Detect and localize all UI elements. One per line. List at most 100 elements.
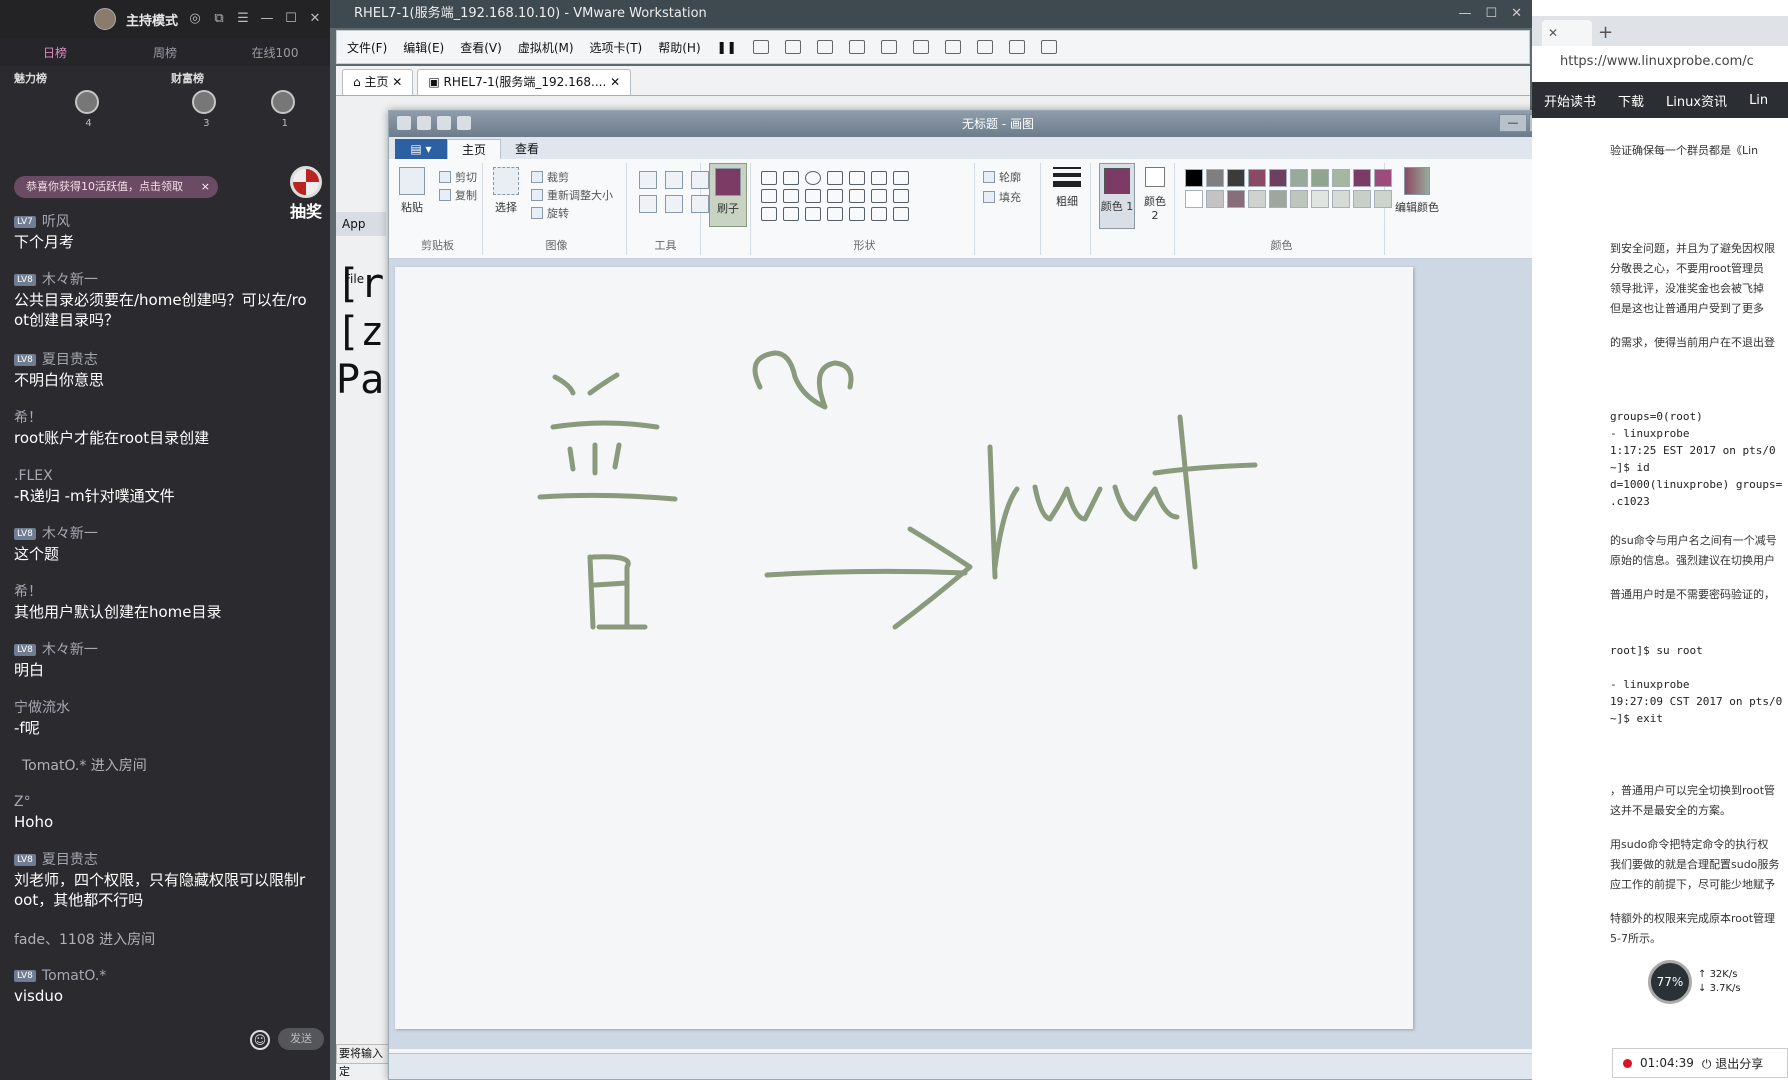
- star5-shape-icon[interactable]: [805, 207, 821, 221]
- color2-button[interactable]: 颜色 2: [1139, 167, 1171, 222]
- chat-username[interactable]: 夏目贵志: [42, 350, 98, 370]
- menu-view[interactable]: 查看(V): [460, 39, 502, 56]
- color-swatch[interactable]: [1248, 169, 1266, 187]
- send-ctrl-alt-del-icon[interactable]: [752, 40, 769, 54]
- pencil-icon[interactable]: [639, 171, 657, 189]
- callout-oval-shape-icon[interactable]: [871, 207, 887, 221]
- chat-username[interactable]: 希！: [14, 408, 42, 428]
- close-icon[interactable]: ×: [201, 176, 210, 198]
- popout-icon[interactable]: ⧉: [212, 12, 226, 26]
- cut-button[interactable]: 剪切: [439, 169, 477, 185]
- minimize-icon[interactable]: —: [260, 12, 274, 26]
- rounded-rect-shape-icon[interactable]: [849, 171, 865, 185]
- nav-more[interactable]: Lin: [1749, 93, 1768, 108]
- redo-icon[interactable]: [457, 116, 471, 130]
- unity-icon[interactable]: [976, 40, 993, 54]
- send-button[interactable]: 发送: [278, 1028, 324, 1050]
- color-swatch[interactable]: [1353, 190, 1371, 208]
- color-swatch[interactable]: [1269, 169, 1287, 187]
- nav-download[interactable]: 下载: [1618, 91, 1644, 110]
- nav-read[interactable]: 开始读书: [1544, 91, 1596, 110]
- triangle-shape-icon[interactable]: [893, 171, 909, 185]
- line-shape-icon[interactable]: [761, 171, 777, 185]
- oval-shape-icon[interactable]: [805, 171, 821, 185]
- close-icon[interactable]: ✕: [1511, 0, 1522, 28]
- size-button[interactable]: 粗细: [1053, 167, 1081, 209]
- snapshot-manager-icon[interactable]: [848, 40, 865, 54]
- rotate-button[interactable]: 旋转: [531, 205, 569, 221]
- tab-daily[interactable]: 日榜: [0, 44, 110, 61]
- paint-file-menu[interactable]: ▤ ▾: [395, 139, 447, 159]
- menu-vm[interactable]: 虚拟机(M): [518, 39, 574, 56]
- color-swatch[interactable]: [1311, 169, 1329, 187]
- chat-username[interactable]: Z°: [14, 792, 31, 812]
- resize-button[interactable]: 重新调整大小: [531, 187, 613, 203]
- right-triangle-shape-icon[interactable]: [761, 189, 777, 203]
- color-swatch[interactable]: [1227, 169, 1245, 187]
- color-swatch[interactable]: [1332, 190, 1350, 208]
- minimize-icon[interactable]: —: [1458, 0, 1471, 28]
- save-icon[interactable]: [417, 116, 431, 130]
- eraser-icon[interactable]: [639, 195, 657, 213]
- rectangle-shape-icon[interactable]: [827, 171, 843, 185]
- color1-button[interactable]: 颜色 1: [1099, 163, 1135, 229]
- color-swatch[interactable]: [1185, 169, 1203, 187]
- chat-username[interactable]: 木々新一: [42, 270, 98, 290]
- select-button[interactable]: 选择: [493, 167, 519, 215]
- close-icon[interactable]: ✕: [308, 12, 322, 26]
- sidebar-view-icon[interactable]: [880, 40, 897, 54]
- chat-username[interactable]: .FLEX: [14, 466, 53, 486]
- menu-icon[interactable]: ☰: [236, 12, 250, 26]
- console-icon[interactable]: [1008, 40, 1025, 54]
- thumbnail-view-icon[interactable]: [912, 40, 929, 54]
- tab-weekly[interactable]: 周榜: [110, 44, 220, 61]
- menu-edit[interactable]: 编辑(E): [403, 39, 444, 56]
- gift-reward-pill[interactable]: 恭喜你获得10活跃值，点击领取 ×: [14, 176, 218, 198]
- color-swatch[interactable]: [1353, 169, 1371, 187]
- drawing-canvas[interactable]: root: [395, 267, 1413, 1029]
- tab-vm[interactable]: ▣ RHEL7-1(服务端_192.168.... ✕: [417, 69, 632, 95]
- menu-help[interactable]: 帮助(H): [658, 39, 700, 56]
- polygon-shape-icon[interactable]: [871, 171, 887, 185]
- settings-icon[interactable]: ◎: [188, 12, 202, 26]
- color-swatch[interactable]: [1290, 190, 1308, 208]
- color-swatch[interactable]: [1332, 169, 1350, 187]
- undo-icon[interactable]: [437, 116, 451, 130]
- pause-icon[interactable]: ❚❚: [717, 40, 737, 54]
- color-swatch[interactable]: [1311, 190, 1329, 208]
- paint-app-icon[interactable]: [397, 116, 411, 130]
- callout-cloud-shape-icon[interactable]: [893, 207, 909, 221]
- chat-username[interactable]: 木々新一: [42, 524, 98, 544]
- maximize-icon[interactable]: ☐: [284, 12, 298, 26]
- rank-avatar[interactable]: 1: [270, 90, 295, 129]
- crop-button[interactable]: 裁剪: [531, 169, 569, 185]
- minimize-icon[interactable]: —: [1499, 114, 1527, 132]
- address-bar[interactable]: https://www.linuxprobe.com/c: [1538, 50, 1788, 74]
- chat-username[interactable]: 听风: [42, 212, 70, 232]
- star6-shape-icon[interactable]: [827, 207, 843, 221]
- maximize-icon[interactable]: ☐: [1485, 0, 1497, 28]
- pentagon-shape-icon[interactable]: [805, 189, 821, 203]
- right-arrow-shape-icon[interactable]: [849, 189, 865, 203]
- color-swatch[interactable]: [1206, 169, 1224, 187]
- lottery-button[interactable]: 抽奖: [286, 166, 326, 221]
- browser-tab[interactable]: ✕: [1542, 20, 1592, 46]
- color-swatch[interactable]: [1185, 190, 1203, 208]
- chat-username[interactable]: 夏目贵志: [42, 850, 98, 870]
- fill-button[interactable]: 填充: [983, 189, 1021, 205]
- color-swatch[interactable]: [1248, 190, 1266, 208]
- tab-home[interactable]: ⌂ 主页 ✕: [342, 69, 414, 95]
- down-arrow-shape-icon[interactable]: [761, 207, 777, 221]
- outline-button[interactable]: 轮廓: [983, 169, 1021, 185]
- color-swatch[interactable]: [1269, 190, 1287, 208]
- rank-avatar[interactable]: 3: [192, 90, 217, 129]
- chat-username[interactable]: 木々新一: [42, 640, 98, 660]
- callout-rect-shape-icon[interactable]: [849, 207, 865, 221]
- host-avatar[interactable]: [93, 8, 116, 30]
- menu-tabs[interactable]: 选项卡(T): [590, 39, 643, 56]
- color-swatch[interactable]: [1227, 190, 1245, 208]
- emoji-icon[interactable]: ☺: [250, 1030, 270, 1050]
- menu-file[interactable]: 文件(F): [347, 39, 387, 56]
- tab-view[interactable]: 查看: [501, 139, 553, 159]
- network-speed-widget[interactable]: 77% ↑ 32K/s ↓ 3.7K/s: [1648, 960, 1768, 1008]
